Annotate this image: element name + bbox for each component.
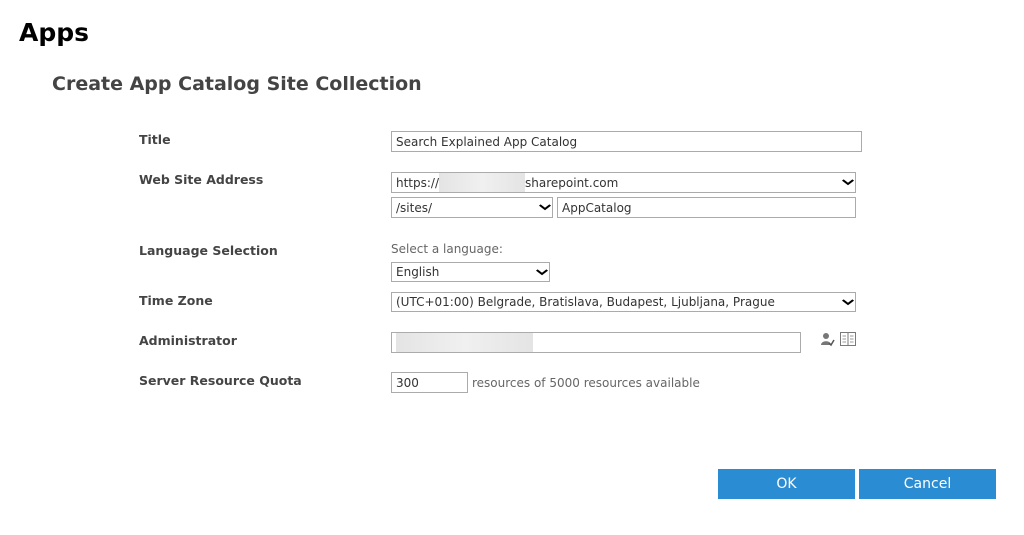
redacted-administrator [396, 333, 533, 352]
url-prefix: https:// [396, 175, 440, 190]
administrator-input[interactable] [391, 332, 801, 353]
web-application-select[interactable]: https:// sharepoint.com [391, 172, 856, 193]
chevron-down-icon [841, 298, 855, 306]
url-name-input[interactable]: AppCatalog [557, 197, 856, 218]
url-domain: sharepoint.com [525, 175, 619, 190]
quota-input[interactable]: 300 [391, 372, 468, 393]
cancel-button[interactable]: Cancel [859, 469, 996, 499]
web-site-address-label: Web Site Address [139, 172, 264, 187]
language-label: Language Selection [139, 243, 278, 258]
chevron-down-icon [535, 268, 549, 276]
time-zone-select[interactable]: (UTC+01:00) Belgrade, Bratislava, Budape… [391, 292, 856, 312]
title-input-value: Search Explained App Catalog [396, 134, 578, 149]
redacted-host [439, 173, 526, 192]
managed-path-value: /sites/ [396, 200, 433, 215]
language-value: English [396, 265, 440, 279]
ok-button[interactable]: OK [718, 469, 855, 499]
server-resource-quota-label: Server Resource Quota [139, 373, 302, 388]
title-label: Title [139, 132, 171, 147]
managed-path-select[interactable]: /sites/ [391, 197, 553, 218]
address-book-icon[interactable] [840, 332, 856, 346]
language-hint: Select a language: [391, 242, 503, 256]
chevron-down-icon [841, 179, 855, 186]
time-zone-label: Time Zone [139, 293, 213, 308]
administrator-label: Administrator [139, 333, 237, 348]
page-title: Apps [19, 18, 90, 47]
language-select[interactable]: English [391, 262, 550, 282]
quota-value: 300 [396, 375, 419, 390]
chevron-down-icon [538, 204, 552, 211]
time-zone-value: (UTC+01:00) Belgrade, Bratislava, Budape… [396, 295, 775, 309]
quota-availability-text: resources of 5000 resources available [472, 376, 700, 390]
check-names-icon[interactable] [820, 332, 835, 347]
url-name-value: AppCatalog [562, 200, 632, 215]
section-title: Create App Catalog Site Collection [52, 73, 422, 95]
title-input[interactable]: Search Explained App Catalog [391, 131, 862, 152]
